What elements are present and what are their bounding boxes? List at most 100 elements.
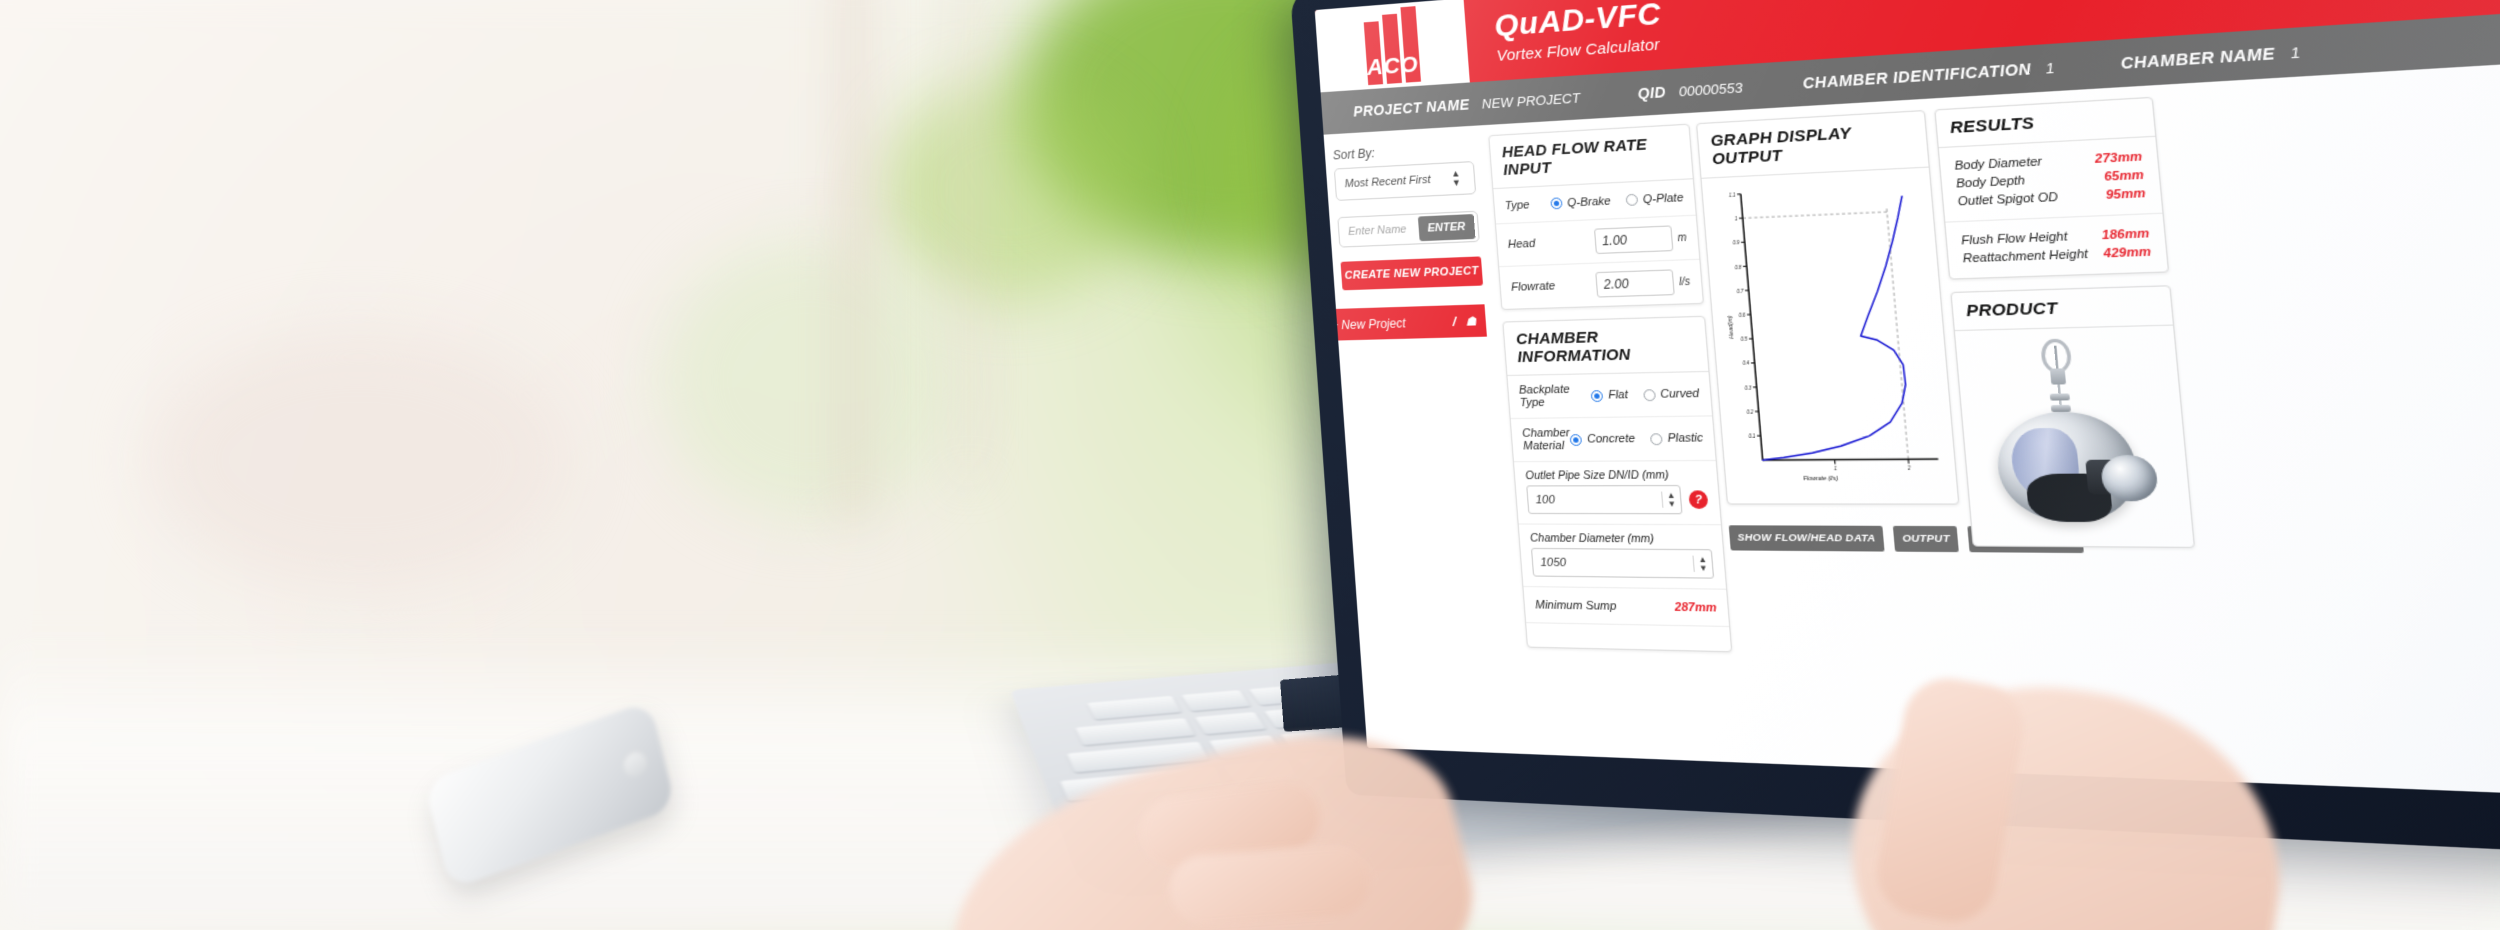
head-flow-rate-panel: HEAD FLOW RATE INPUT Type Q-Brake Q-Plat… xyxy=(1488,123,1705,311)
stepper-icon[interactable]: ▲ ▼ xyxy=(1692,555,1713,573)
help-icon[interactable]: ? xyxy=(1688,490,1709,509)
project-list-item[interactable]: + New Project / ☗ xyxy=(1326,304,1487,341)
outlet-pipe-value: 100 xyxy=(1535,493,1556,507)
svg-text:Head(m): Head(m) xyxy=(1727,315,1736,339)
flowrate-row: Flowrate 2.00 l/s xyxy=(1499,260,1703,309)
result-label: Flush Flow Height xyxy=(1960,230,2069,248)
product-panel: PRODUCT xyxy=(1950,285,2196,549)
minimum-sump-value: 287mm xyxy=(1674,600,1718,615)
results-group-body: Body Diameter 273mm Body Depth 65mm Outl… xyxy=(1938,136,2163,223)
chamber-id-value[interactable]: 1 xyxy=(2045,59,2055,76)
chevron-updown-icon[interactable]: ▲ ▼ xyxy=(1451,168,1468,188)
svg-text:0.2: 0.2 xyxy=(1747,409,1755,415)
graph-canvas: 0.1 0.2 0.3 0.4 0.5 0.6 0.7 0.8 0.9 1 1.1 1 2 Flowrat… xyxy=(1702,168,1959,504)
aco-logo[interactable]: ACO xyxy=(1314,0,1470,93)
svg-text:0.6: 0.6 xyxy=(1739,312,1747,318)
outlet-pipe-input[interactable]: 100 ▲ ▼ xyxy=(1526,485,1683,515)
svg-text:0.4: 0.4 xyxy=(1743,361,1751,367)
result-value: 429mm xyxy=(2103,245,2152,261)
radio-plastic-label: Plastic xyxy=(1667,431,1704,446)
minimum-sump-label: Minimum Sump xyxy=(1534,598,1617,613)
head-flow-rate-title: HEAD FLOW RATE INPUT xyxy=(1489,124,1693,190)
radio-concrete-label: Concrete xyxy=(1586,432,1636,446)
radio-concrete[interactable]: Concrete xyxy=(1569,432,1636,446)
chamber-information-panel: CHAMBER INFORMATION Backplate Type Flat xyxy=(1502,315,1733,653)
backplate-label: Backplate Type xyxy=(1518,383,1571,410)
project-name-label: PROJECT NAME xyxy=(1352,95,1471,120)
type-label: Type xyxy=(1504,198,1530,213)
result-value: 65mm xyxy=(2103,168,2145,185)
qid-label: QID xyxy=(1636,83,1667,103)
outlet-pipe-label: Outlet Pipe Size DN/ID (mm) xyxy=(1524,468,1670,483)
results-group-heights: Flush Flow Height 186mm Reattachment Hei… xyxy=(1945,214,2167,279)
radio-curved[interactable]: Curved xyxy=(1642,387,1700,401)
logo-text: ACO xyxy=(1366,51,1420,81)
flowrate-label: Flowrate xyxy=(1510,279,1556,294)
chamber-name-label: CHAMBER NAME xyxy=(2119,44,2276,73)
head-unit: m xyxy=(1676,231,1688,244)
minimum-sump-row: Minimum Sump 287mm xyxy=(1523,587,1730,628)
chamber-name-value[interactable]: 1 xyxy=(2290,43,2301,61)
project-name-input[interactable]: Enter Name ENTER xyxy=(1337,210,1480,248)
chamber-diameter-label: Chamber Diameter (mm) xyxy=(1529,531,1655,546)
chamber-diameter-field: Chamber Diameter (mm) 1050 ▲ ▼ xyxy=(1518,524,1727,590)
stepper-icon[interactable]: ▲ ▼ xyxy=(1661,490,1681,509)
laptop: ACO QuAD-VFC Vortex Flow Calculator GEMM… xyxy=(921,0,2500,930)
finger xyxy=(1167,843,1373,927)
enter-button[interactable]: ENTER xyxy=(1417,214,1476,242)
radio-dot-icon xyxy=(1590,389,1604,402)
head-flow-chart: 0.1 0.2 0.3 0.4 0.5 0.6 0.7 0.8 0.9 1 1.1 1 2 Flowrat… xyxy=(1727,175,1951,483)
show-flow-head-data-button[interactable]: SHOW FLOW/HEAD DATA xyxy=(1728,525,1885,552)
radio-dot-icon xyxy=(1649,432,1663,445)
flowrate-unit: l/s xyxy=(1678,275,1691,288)
laptop-bezel: ACO QuAD-VFC Vortex Flow Calculator GEMM… xyxy=(1314,0,2500,803)
vortex-flow-control-icon xyxy=(1985,338,2162,529)
trash-icon[interactable]: ☗ xyxy=(1465,313,1477,328)
radio-q-brake-label: Q-Brake xyxy=(1566,194,1612,210)
flowrate-input[interactable]: 2.00 xyxy=(1595,269,1675,298)
material-label: Chamber Material xyxy=(1521,426,1571,453)
create-new-project-button[interactable]: CREATE NEW PROJECT xyxy=(1340,256,1484,291)
svg-text:0.3: 0.3 xyxy=(1745,385,1753,391)
head-input[interactable]: 1.00 xyxy=(1593,225,1674,255)
radio-dot-icon xyxy=(1549,197,1563,210)
chamber-information-title: CHAMBER INFORMATION xyxy=(1503,316,1709,376)
radio-q-plate-label: Q-Plate xyxy=(1642,191,1684,206)
radio-flat[interactable]: Flat xyxy=(1590,388,1629,402)
head-label: Head xyxy=(1507,237,1536,252)
result-label: Reattachment Height xyxy=(1962,247,2089,266)
radio-dot-icon xyxy=(1625,193,1638,207)
radio-flat-label: Flat xyxy=(1607,388,1629,402)
laptop-lid: ACO QuAD-VFC Vortex Flow Calculator GEMM… xyxy=(1290,0,2500,863)
graph-display-panel: GRAPH DISPLAY OUTPUT 0.1 0.2 0.3 0.4 0.5 0.6 0… xyxy=(1695,109,1960,505)
project-name-value[interactable]: NEW PROJECT xyxy=(1481,89,1581,111)
project-item-label: + New Project xyxy=(1330,315,1407,333)
material-row: Chamber Material Concrete Plastic xyxy=(1510,416,1716,463)
foliage-blob xyxy=(660,240,960,520)
sort-by-value: Most Recent First xyxy=(1344,173,1431,191)
window-frame xyxy=(960,0,978,480)
svg-text:1: 1 xyxy=(1834,466,1838,472)
chamber-diameter-input[interactable]: 1050 ▲ ▼ xyxy=(1530,547,1715,579)
photo-scene: ACO QuAD-VFC Vortex Flow Calculator GEMM… xyxy=(0,0,2500,930)
output-button[interactable]: OUTPUT xyxy=(1893,525,1960,553)
chamber-extra-row xyxy=(1526,623,1731,651)
radio-q-plate[interactable]: Q-Plate xyxy=(1625,191,1684,207)
qid-value: 00000553 xyxy=(1678,78,1744,100)
pencil-icon[interactable]: / xyxy=(1452,314,1457,330)
foliage-blob xyxy=(880,80,1140,300)
svg-text:0.1: 0.1 xyxy=(1749,433,1757,439)
radio-plastic[interactable]: Plastic xyxy=(1649,431,1704,446)
radio-q-brake[interactable]: Q-Brake xyxy=(1549,194,1612,210)
product-image xyxy=(1955,326,2194,547)
head-row: Head 1.00 m xyxy=(1496,215,1700,268)
sort-by-select[interactable]: Most Recent First ▲ ▼ xyxy=(1333,161,1477,201)
svg-text:1: 1 xyxy=(1735,216,1739,222)
product-title: PRODUCT xyxy=(1951,286,2173,332)
result-value: 186mm xyxy=(2101,227,2150,243)
svg-text:2: 2 xyxy=(1906,466,1911,472)
svg-text:0.9: 0.9 xyxy=(1733,240,1741,246)
result-value: 95mm xyxy=(2105,186,2147,203)
svg-text:0.8: 0.8 xyxy=(1735,264,1743,270)
project-name-placeholder: Enter Name xyxy=(1347,223,1407,239)
